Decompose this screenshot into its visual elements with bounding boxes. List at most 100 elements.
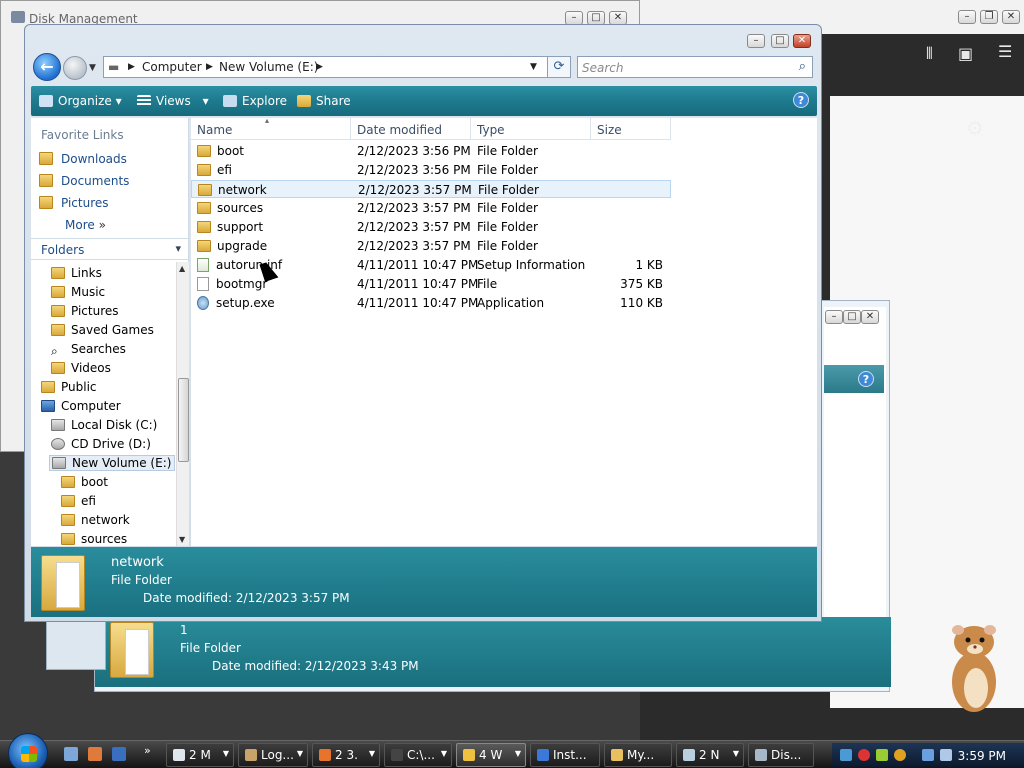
chevron-right-icon[interactable]: » <box>144 744 151 757</box>
tree-item-searches[interactable]: ⌕ Searches <box>51 342 126 358</box>
maximize-button[interactable]: □ <box>771 34 789 48</box>
tree-item-boot[interactable]: boot <box>61 475 108 489</box>
tree-item-saved-games[interactable]: Saved Games <box>51 323 154 337</box>
taskbar-button[interactable]: C:\... ▼ <box>384 743 452 767</box>
folders-label: Folders <box>41 243 85 257</box>
quicklaunch-icon[interactable] <box>112 747 126 761</box>
gear-icon[interactable]: ⚙ <box>966 116 984 140</box>
tree-item-network[interactable]: network <box>61 513 130 527</box>
tree-item-pictures[interactable]: Pictures <box>51 304 119 318</box>
start-button[interactable] <box>8 733 48 768</box>
file-size: 110 KB <box>620 296 663 310</box>
tray-icon[interactable] <box>876 749 888 761</box>
views-button[interactable]: Views ▾ <box>137 94 209 108</box>
tree-item-new-volume[interactable]: New Volume (E:) <box>49 455 176 471</box>
tree-item-music[interactable]: Music <box>51 285 105 299</box>
tree-item-sources[interactable]: sources <box>61 532 127 546</box>
minimize-button[interactable]: – <box>565 11 583 25</box>
tray-icon[interactable] <box>858 749 870 761</box>
taskbar-button[interactable]: Inst... <box>530 743 600 767</box>
file-row[interactable]: network 2/12/2023 3:57 PM File Folder <box>191 180 671 198</box>
scroll-thumb[interactable] <box>178 378 189 462</box>
folders-header[interactable]: Folders ▾ <box>31 238 189 260</box>
tray-icon[interactable] <box>840 749 852 761</box>
computer-icon <box>41 400 55 412</box>
column-header-date[interactable]: Date modified <box>351 118 471 140</box>
taskbar-button[interactable]: 2 N ▼ <box>676 743 744 767</box>
chevron-right-icon[interactable]: ▶ <box>128 62 135 72</box>
favorite-pictures[interactable]: Pictures <box>39 196 109 210</box>
tree-item-public[interactable]: Public <box>41 380 97 394</box>
taskbar-button[interactable]: Log... ▼ <box>238 743 308 767</box>
breadcrumb-computer[interactable]: Computer <box>142 60 202 74</box>
favorite-downloads[interactable]: Downloads <box>39 152 127 166</box>
bg-help-icon[interactable]: ? <box>858 371 874 387</box>
taskbar-button[interactable]: 2 3. ▼ <box>312 743 380 767</box>
chevron-down-icon[interactable]: ▾ <box>175 242 181 255</box>
tree-scrollbar[interactable]: ▲ ▼ <box>176 262 189 546</box>
file-type: File <box>477 277 498 291</box>
bg-explorer-close[interactable]: ✕ <box>861 310 879 324</box>
bg-restore-button[interactable]: ❐ <box>980 10 998 24</box>
file-row[interactable]: efi 2/12/2023 3:56 PM File Folder <box>191 161 671 179</box>
recent-pages-dropdown[interactable]: ▼ <box>89 63 96 73</box>
tree-item-videos[interactable]: Videos <box>51 361 111 375</box>
help-icon[interactable]: ? <box>793 92 809 108</box>
search-input[interactable]: Search ⌕ <box>577 56 813 78</box>
tree-item-computer[interactable]: Computer <box>41 399 121 413</box>
favorite-documents[interactable]: Documents <box>39 174 129 188</box>
file-row[interactable]: sources 2/12/2023 3:57 PM File Folder <box>191 199 671 217</box>
chevron-right-icon[interactable]: ▶ <box>206 62 213 72</box>
volume-icon[interactable] <box>940 749 952 761</box>
share-button[interactable]: Share <box>297 94 351 108</box>
taskbar-button[interactable]: Dis... <box>748 743 814 767</box>
column-header-type[interactable]: Type <box>471 118 591 140</box>
file-date: 2/12/2023 3:57 PM <box>357 239 471 253</box>
taskbar-button[interactable]: 2 M ▼ <box>166 743 234 767</box>
bg-explorer-minimize[interactable]: – <box>825 310 843 324</box>
file-row[interactable]: upgrade 2/12/2023 3:57 PM File Folder <box>191 237 671 255</box>
menu-icon[interactable]: ☰ <box>998 42 1012 61</box>
more-links[interactable]: More » <box>65 218 106 232</box>
bg-explorer-maximize[interactable]: □ <box>843 310 861 324</box>
taskbar-button[interactable]: My... <box>604 743 672 767</box>
refresh-button[interactable]: ⟳ <box>547 56 571 78</box>
column-header-name[interactable]: Name ▴ <box>191 116 351 140</box>
file-row[interactable]: setup.exe 4/11/2011 10:47 PM Application 11… <box>191 294 671 312</box>
bg-close-button[interactable]: ✕ <box>1002 10 1020 24</box>
explore-button[interactable]: Explore <box>223 94 287 108</box>
file-row[interactable]: boot 2/12/2023 3:56 PM File Folder <box>191 142 671 160</box>
tray-icon[interactable] <box>894 749 906 761</box>
forward-button[interactable] <box>63 56 87 80</box>
file-row[interactable]: support 2/12/2023 3:57 PM File Folder <box>191 218 671 236</box>
network-icon[interactable] <box>922 749 934 761</box>
tree-item-efi[interactable]: efi <box>61 494 96 508</box>
back-button[interactable]: ← <box>33 53 61 81</box>
minimize-button[interactable]: – <box>747 34 765 48</box>
close-button[interactable]: ✕ <box>609 11 627 25</box>
maximize-button[interactable]: □ <box>587 11 605 25</box>
file-type: File Folder <box>477 201 538 215</box>
tree-item-cd-drive[interactable]: CD Drive (D:) <box>51 437 151 451</box>
clock[interactable]: 3:59 PM <box>958 749 1006 763</box>
taskbar-button[interactable]: 4 W ▼ <box>456 743 526 767</box>
setup-information-icon <box>197 258 209 272</box>
chevron-right-icon[interactable]: ▶ <box>316 62 323 72</box>
library-icon[interactable]: ⫴ <box>926 44 933 64</box>
organize-button[interactable]: Organize ▾ <box>39 94 122 108</box>
search-icon[interactable]: ⌕ <box>799 59 806 74</box>
quicklaunch-icon[interactable] <box>88 747 102 761</box>
scroll-down-icon[interactable]: ▼ <box>179 535 185 544</box>
app-icon <box>463 749 475 761</box>
tree-item-links[interactable]: Links <box>51 266 102 280</box>
close-button[interactable]: ✕ <box>793 34 811 48</box>
tree-item-local-disk[interactable]: Local Disk (C:) <box>51 418 157 432</box>
address-bar[interactable]: ▬ ▶ Computer ▶ New Volume (E:) ▶ ▼ <box>103 56 569 78</box>
quicklaunch-icon[interactable] <box>64 747 78 761</box>
sidebar-icon[interactable]: ▣ <box>958 44 973 63</box>
breadcrumb-new-volume[interactable]: New Volume (E:) <box>219 60 318 74</box>
address-dropdown-icon[interactable]: ▼ <box>530 62 537 72</box>
bg-minimize-button[interactable]: – <box>958 10 976 24</box>
column-header-size[interactable]: Size <box>591 118 671 140</box>
scroll-up-icon[interactable]: ▲ <box>179 264 185 273</box>
